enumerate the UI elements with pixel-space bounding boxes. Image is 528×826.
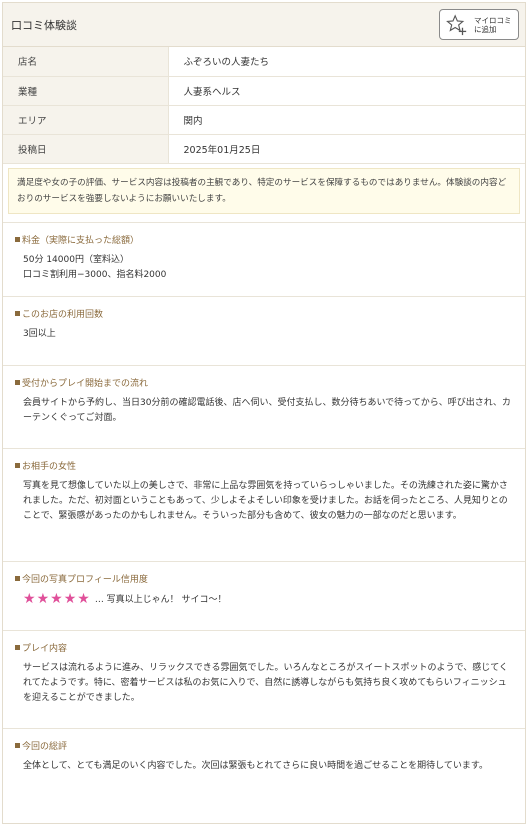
section-body: 写真を見て想像していた以上の美しさで、非常に上品な雰囲気を持っていらっしゃいまし… [23, 480, 508, 521]
info-row-shop: 店名 ふぞろいの人妻たち [3, 47, 525, 77]
section-price: 料金（実際に支払った総額） 50分 14000円（室料込） 口コミ割利用−300… [3, 221, 525, 296]
info-value: 人妻系ヘルス [168, 76, 525, 106]
section-body: サービスは流れるように進み、リラックスできる雰囲気でした。いろんなところがスイー… [23, 662, 508, 703]
section-play: プレイ内容 サービスは流れるように進み、リラックスできる雰囲気でした。いろんなと… [3, 629, 525, 728]
section-partner: お相手の女性 写真を見て想像していた以上の美しさで、非常に上品な雰囲気を持ってい… [3, 447, 525, 561]
review-header: 口コミ体験談 マイロコミ に追加 [3, 3, 525, 47]
section-summary: 今回の総評 全体として、とても満足のいく内容でした。次回は緊張もとれてさらに良い… [3, 727, 525, 798]
info-row-area: エリア 関内 [3, 105, 525, 135]
section-photo-credibility: 今回の写真プロフィール信用度 ★ ★ ★ ★ ★ … 写真以上じゃん！ サイコ〜… [3, 560, 525, 630]
page-title: 口コミ体験談 [11, 18, 77, 32]
section-body: 全体として、とても満足のいく内容でした。次回は緊張もとれてさらに良い時間を過ごせ… [23, 760, 488, 771]
add-to-my-kuchikomi-button[interactable]: マイロコミ に追加 [439, 9, 519, 40]
shop-info-table: 店名 ふぞろいの人妻たち 業種 人妻系ヘルス エリア 関内 投稿日 2025年0… [3, 47, 525, 164]
star-rating: ★ ★ ★ ★ ★ … 写真以上じゃん！ サイコ〜！ [15, 592, 515, 606]
section-body: 3回以上 [23, 328, 56, 339]
section-body: 会員サイトから予約し、当日30分前の確認電話後、店へ伺い、受付支払し、数分待ちあ… [23, 397, 511, 423]
disclaimer-notice: 満足度や女の子の評価、サービス内容は投稿者の主観であり、特定のサービスを保障する… [8, 167, 520, 214]
section-title: このお店の利用回数 [15, 307, 515, 320]
star-icon: ★ [23, 590, 36, 607]
info-row-category: 業種 人妻系ヘルス [3, 76, 525, 106]
review-panel: 口コミ体験談 マイロコミ に追加 店名 ふぞろいの人妻たち 業種 人妻系ヘルス … [2, 2, 526, 824]
star-icon: ★ [50, 590, 63, 607]
star-icon: ★ [63, 590, 77, 607]
info-label: 業種 [3, 76, 169, 106]
info-label: 店名 [3, 47, 169, 77]
info-label: エリア [3, 105, 169, 135]
section-flow: 受付からプレイ開始までの流れ 会員サイトから予約し、当日30分前の確認電話後、店… [3, 364, 525, 448]
section-title: 今回の総評 [15, 739, 515, 752]
section-title: お相手の女性 [15, 459, 515, 472]
section-title: プレイ内容 [15, 641, 515, 654]
star-icon: ★ [77, 590, 90, 607]
rating-comment: … 写真以上じゃん！ サイコ〜！ [94, 595, 227, 605]
add-to-my-kuchikomi-label: マイロコミ に追加 [474, 15, 512, 34]
info-value: ふぞろいの人妻たち [168, 47, 525, 77]
star-plus-icon [446, 13, 467, 35]
section-body: 50分 14000円（室料込） 口コミ割利用−3000、指名料2000 [23, 254, 167, 280]
star-icon: ★ [36, 590, 50, 607]
info-value: 関内 [168, 105, 525, 135]
info-value: 2025年01月25日 [168, 134, 525, 164]
section-title: 受付からプレイ開始までの流れ [15, 376, 515, 389]
info-row-date: 投稿日 2025年01月25日 [3, 134, 525, 164]
info-label: 投稿日 [3, 134, 169, 164]
section-title: 今回の写真プロフィール信用度 [15, 572, 515, 585]
section-title: 料金（実際に支払った総額） [15, 233, 515, 246]
section-visits: このお店の利用回数 3回以上 [3, 295, 525, 365]
